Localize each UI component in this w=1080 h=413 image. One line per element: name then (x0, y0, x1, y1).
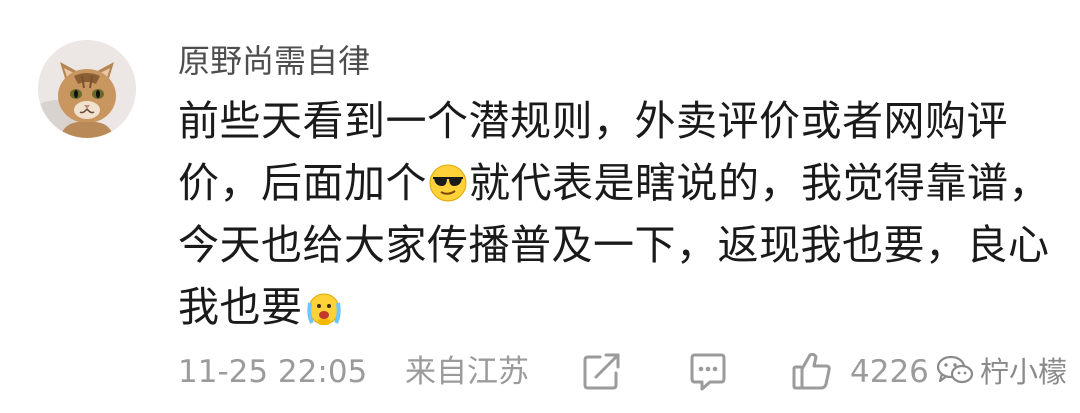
share-icon[interactable] (580, 349, 624, 393)
comment-meta: 11-25 22:05 来自江苏 (178, 350, 529, 394)
username[interactable]: 原野尚需自律 (178, 41, 370, 81)
thumbs-up-icon[interactable] (790, 349, 834, 393)
timestamp: 11-25 22:05 (178, 354, 368, 390)
cat-avatar-image (38, 40, 136, 138)
watermark-text: 柠小檬 (980, 355, 1068, 389)
comment-line: 价，后面加个 就代表是瞎说的，我觉得靠谱， (178, 152, 1050, 214)
comment-line-text: 我也要 (178, 283, 303, 331)
watermark: 柠小檬 (928, 343, 1078, 397)
wechat-icon (936, 355, 974, 384)
location: 来自江苏 (405, 354, 529, 390)
comment-icon[interactable] (686, 349, 730, 393)
comment-line: 我也要 (178, 276, 1008, 338)
like-count: 4226 (850, 354, 929, 390)
comment-line-text: 价，后面加个 (178, 159, 427, 207)
sunglasses-emoji (429, 164, 467, 202)
comment-line: 前些天看到一个潜规则，外卖评价或者网购评 (178, 97, 1008, 145)
avatar[interactable] (38, 40, 136, 138)
comment-text: 前些天看到一个潜规则，外卖评价或者网购评 价，后面加个 就代表是瞎说的，我觉得靠… (178, 90, 1050, 338)
comment-line: 今天也给大家传播普及一下，返现我也要，良心 (178, 221, 1050, 269)
crying-emoji (306, 293, 341, 325)
comment-line-text: 就代表是瞎说的，我觉得靠谱， (469, 159, 1050, 207)
